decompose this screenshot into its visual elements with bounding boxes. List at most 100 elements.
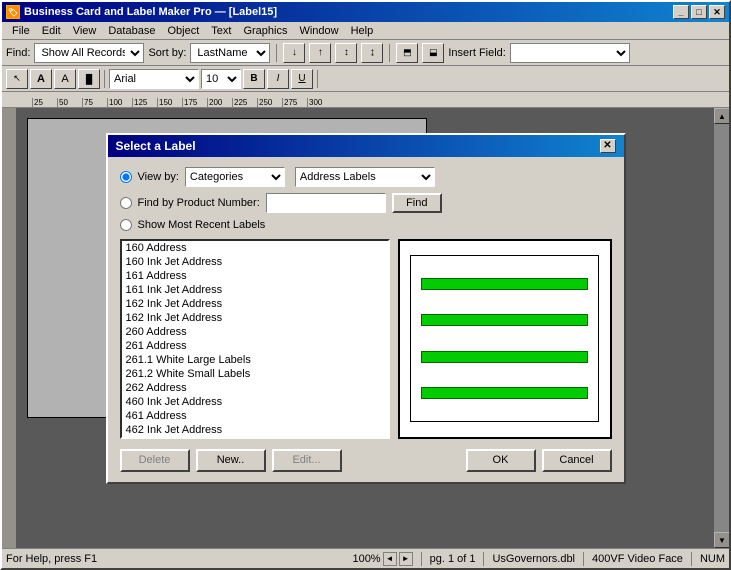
list-item[interactable]: 161 Address xyxy=(122,269,388,283)
list-item[interactable]: 462 Ink Jet Address xyxy=(122,423,388,437)
find-by-product-label: Find by Product Number: xyxy=(138,197,260,209)
select-tool-button[interactable]: ↖ xyxy=(6,69,28,89)
new-button[interactable]: New.. xyxy=(196,449,266,472)
menu-object[interactable]: Object xyxy=(161,24,205,38)
barcode-button[interactable]: ▐▌ xyxy=(78,69,100,89)
ruler-mark-175: 175 xyxy=(182,98,207,107)
list-item[interactable]: 162 Ink Jet Address xyxy=(122,297,388,311)
arrow-last-button[interactable]: ↨ xyxy=(361,43,383,63)
ruler-mark-75: 75 xyxy=(82,98,107,107)
maximize-button[interactable]: □ xyxy=(691,5,707,19)
preview-line-3 xyxy=(421,351,588,363)
list-item[interactable]: 262 Address xyxy=(122,381,388,395)
separator-1 xyxy=(276,44,277,62)
arrow-down-button[interactable]: ↓ xyxy=(283,43,305,63)
labels-list[interactable]: 160 Address 160 Ink Jet Address 161 Addr… xyxy=(120,239,390,439)
page-info: pg. 1 of 1 xyxy=(430,553,476,565)
font-detail: 400VF Video Face xyxy=(592,553,683,565)
menu-edit[interactable]: Edit xyxy=(36,24,67,38)
arrow-first-button[interactable]: ↕ xyxy=(335,43,357,63)
text-tool-2-button[interactable]: A xyxy=(54,69,76,89)
list-item[interactable]: 461 Address xyxy=(122,409,388,423)
delete-button[interactable]: Delete xyxy=(120,449,190,472)
italic-button[interactable]: I xyxy=(267,69,289,89)
zoom-next-button[interactable]: ► xyxy=(399,552,413,566)
list-item[interactable]: 161 Ink Jet Address xyxy=(122,283,388,297)
font-toolbar: ↖ A A ▐▌ Arial 10 B I U xyxy=(2,66,729,92)
menu-database[interactable]: Database xyxy=(102,24,161,38)
import-button[interactable]: ⬓ xyxy=(422,43,444,63)
title-bar-buttons: _ □ ✕ xyxy=(673,5,725,19)
list-item[interactable]: 260 Address xyxy=(122,325,388,339)
menu-graphics[interactable]: Graphics xyxy=(237,24,293,38)
list-item[interactable]: 5159 Address xyxy=(122,437,388,439)
menu-text[interactable]: Text xyxy=(205,24,237,38)
list-item[interactable]: 162 Ink Jet Address xyxy=(122,311,388,325)
left-buttons: Delete New.. Edit... xyxy=(120,449,342,472)
menu-file[interactable]: File xyxy=(6,24,36,38)
show-recent-radio[interactable] xyxy=(120,219,132,231)
export-button[interactable]: ⬒ xyxy=(396,43,418,63)
dialog-close-button[interactable]: ✕ xyxy=(600,139,616,153)
main-window: 🏷 Business Card and Label Maker Pro — [L… xyxy=(0,0,731,570)
ruler: 25 50 75 100 125 150 175 200 225 250 275… xyxy=(2,92,729,108)
ok-button[interactable]: OK xyxy=(466,449,536,472)
close-button[interactable]: ✕ xyxy=(709,5,725,19)
separator-3 xyxy=(104,70,105,88)
find-select[interactable]: Show All Records xyxy=(34,43,144,63)
zoom-control: 100% ◄ ► xyxy=(352,552,412,566)
content-area: ▲ ▼ Select a Label ✕ View by: xyxy=(2,108,729,548)
separator-2 xyxy=(389,44,390,62)
find-by-product-radio[interactable] xyxy=(120,197,132,209)
select-label-dialog: Select a Label ✕ View by: Categories Add… xyxy=(106,133,626,484)
view-by-radio[interactable] xyxy=(120,171,132,183)
help-text: For Help, press F1 xyxy=(6,553,344,565)
menu-window[interactable]: Window xyxy=(293,24,344,38)
modal-overlay: Select a Label ✕ View by: Categories Add… xyxy=(2,108,729,548)
preview-inner xyxy=(410,255,599,422)
list-item[interactable]: 160 Ink Jet Address xyxy=(122,255,388,269)
underline-button[interactable]: U xyxy=(291,69,313,89)
list-item[interactable]: 261.1 White Large Labels xyxy=(122,353,388,367)
find-label: Find: xyxy=(6,47,30,59)
list-item[interactable]: 261 Address xyxy=(122,339,388,353)
font-select[interactable]: Arial xyxy=(109,69,199,89)
arrow-up-button[interactable]: ↑ xyxy=(309,43,331,63)
preview-line-1 xyxy=(421,278,588,290)
sort-select[interactable]: LastName xyxy=(190,43,270,63)
find-by-product-row: Find by Product Number: Find xyxy=(120,193,612,213)
menu-help[interactable]: Help xyxy=(345,24,380,38)
edit-button[interactable]: Edit... xyxy=(272,449,342,472)
cancel-button[interactable]: Cancel xyxy=(542,449,612,472)
insert-field-select[interactable] xyxy=(510,43,630,63)
bold-button[interactable]: B xyxy=(243,69,265,89)
title-bar-left: 🏷 Business Card and Label Maker Pro — [L… xyxy=(6,5,277,19)
ruler-mark-300: 300 xyxy=(307,98,332,107)
menu-view[interactable]: View xyxy=(67,24,103,38)
show-recent-row: Show Most Recent Labels xyxy=(120,219,612,231)
toolbar: Find: Show All Records Sort by: LastName… xyxy=(2,40,729,66)
list-item[interactable]: 261.2 White Small Labels xyxy=(122,367,388,381)
categories-select[interactable]: Address Labels xyxy=(295,167,435,187)
text-tool-button[interactable]: A xyxy=(30,69,52,89)
font-size-select[interactable]: 10 xyxy=(201,69,241,89)
list-item[interactable]: 160 Address xyxy=(122,241,388,255)
show-recent-label: Show Most Recent Labels xyxy=(138,219,266,231)
ruler-mark-50: 50 xyxy=(57,98,82,107)
find-button[interactable]: Find xyxy=(392,193,442,213)
ruler-mark-250: 250 xyxy=(257,98,282,107)
list-item[interactable]: 460 Ink Jet Address xyxy=(122,395,388,409)
ruler-mark-25: 25 xyxy=(32,98,57,107)
status-divider-3 xyxy=(583,552,584,566)
product-number-input[interactable] xyxy=(266,193,386,213)
zoom-prev-button[interactable]: ◄ xyxy=(383,552,397,566)
view-by-select[interactable]: Categories xyxy=(185,167,285,187)
minimize-button[interactable]: _ xyxy=(673,5,689,19)
status-bar: For Help, press F1 100% ◄ ► pg. 1 of 1 U… xyxy=(2,548,729,568)
app-icon: 🏷 xyxy=(6,5,20,19)
ruler-mark-200: 200 xyxy=(207,98,232,107)
num-indicator: NUM xyxy=(700,553,725,565)
ruler-mark-125: 125 xyxy=(132,98,157,107)
preview-line-2 xyxy=(421,314,588,326)
title-bar: 🏷 Business Card and Label Maker Pro — [L… xyxy=(2,2,729,22)
